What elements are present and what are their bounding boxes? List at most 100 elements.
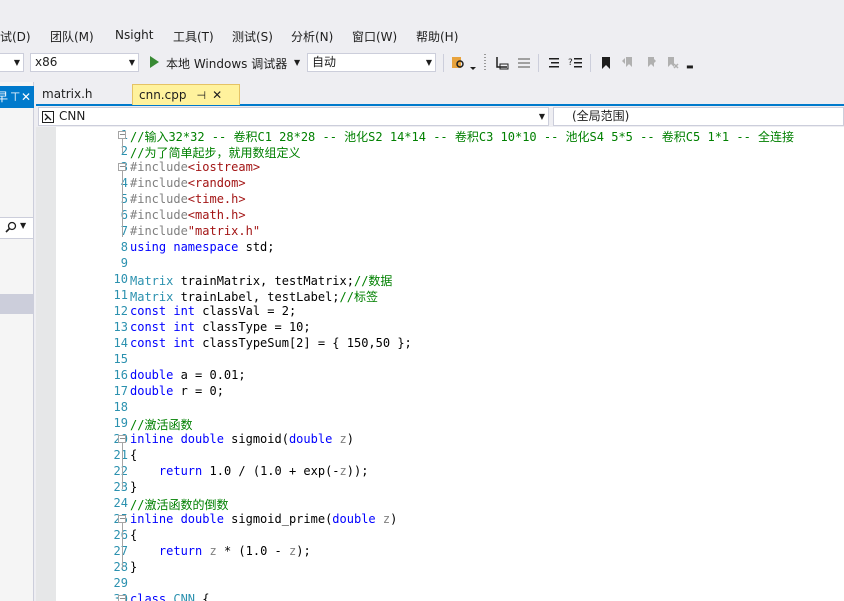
previous-bookmark-icon[interactable] xyxy=(620,55,636,71)
code-token: <time.h> xyxy=(187,192,246,206)
code-line[interactable]: #include<random> xyxy=(130,176,246,190)
code-token: double xyxy=(130,384,174,398)
menu-item-team[interactable]: 团队(M) xyxy=(50,28,94,45)
platform-combo[interactable]: x86 ▼ xyxy=(30,53,139,72)
collapse-toggle-icon[interactable]: − xyxy=(118,435,126,443)
find-in-files-icon[interactable] xyxy=(450,55,466,71)
pin-icon[interactable]: ⊤ xyxy=(10,86,20,108)
navigation-bar: CNN ▼ (全局范围) xyxy=(36,106,844,127)
code-token: z xyxy=(288,544,297,558)
code-token: CNN xyxy=(173,592,196,601)
next-bookmark-icon[interactable] xyxy=(642,55,658,71)
toolbar-grip xyxy=(484,54,486,72)
chevron-down-icon: ▼ xyxy=(425,58,432,67)
code-token: inline double xyxy=(130,512,224,526)
menu-item-test[interactable]: 测试(S) xyxy=(232,28,273,45)
code-line[interactable]: { xyxy=(130,528,137,542)
outline-line xyxy=(122,523,123,569)
pin-icon[interactable]: ⊣ xyxy=(196,86,206,106)
code-line[interactable]: Matrix trainLabel, testLabel;//标签 xyxy=(130,288,378,305)
code-line[interactable]: //激活函数的倒数 xyxy=(130,496,228,513)
scope-combo[interactable]: (全局范围) xyxy=(553,107,844,126)
code-line[interactable]: //输入32*32 -- 卷积C1 28*28 -- 池化S2 14*14 --… xyxy=(130,128,794,145)
tab-cnn-cpp[interactable]: cnn.cpp ⊣ ✕ xyxy=(132,84,240,105)
line-number: 8 xyxy=(120,240,128,254)
code-line[interactable]: } xyxy=(130,480,137,494)
code-token: //数据 xyxy=(353,274,393,288)
step-into-icon[interactable] xyxy=(494,55,510,71)
debug-target-combo[interactable]: 自动 ▼ xyxy=(307,53,436,72)
menu-item-debug[interactable]: 试(D) xyxy=(0,28,31,45)
code-line[interactable]: using namespace std; xyxy=(130,240,275,254)
collapse-toggle-icon[interactable]: − xyxy=(118,595,126,601)
line-number: 11 xyxy=(113,288,128,302)
code-token: <iostream> xyxy=(187,160,261,174)
line-number: 14 xyxy=(113,336,128,350)
clear-bookmarks-icon[interactable] xyxy=(664,55,680,71)
menu-item-tools[interactable]: 工具(T) xyxy=(173,28,214,45)
code-line[interactable]: const int classTypeSum[2] = { 150,50 }; xyxy=(130,336,412,350)
code-token: return xyxy=(158,544,203,558)
line-number: 24 xyxy=(113,496,128,510)
code-line[interactable]: return 1.0 / (1.0 + exp(-z)); xyxy=(130,464,369,478)
code-token: #include xyxy=(130,224,188,238)
code-line[interactable]: inline double sigmoid(double z) xyxy=(130,432,354,446)
solution-explorer-header: 早 ⊤ ✕ xyxy=(0,86,34,108)
toolbar-separator xyxy=(538,54,539,72)
outline-line xyxy=(122,171,123,237)
code-line[interactable]: //为了简单起步，就用数组定义 xyxy=(130,144,300,161)
code-token: #include xyxy=(130,208,188,222)
code-line[interactable]: #include"matrix.h" xyxy=(130,224,260,238)
solution-config-combo[interactable]: ▼ xyxy=(0,53,24,72)
code-editor[interactable]: 1//输入32*32 -- 卷积C1 28*28 -- 池化S2 14*14 -… xyxy=(36,127,844,601)
selected-tree-item[interactable] xyxy=(0,294,33,314)
editor-indicator-margin[interactable] xyxy=(36,127,56,601)
code-line[interactable]: return z * (1.0 - z); xyxy=(130,544,311,558)
menu-item-analyze[interactable]: 分析(N) xyxy=(291,28,333,45)
code-token: //标签 xyxy=(339,290,378,304)
collapse-toggle-icon[interactable]: − xyxy=(118,163,126,171)
code-line[interactable]: #include<math.h> xyxy=(130,208,246,222)
collapse-toggle-icon[interactable]: − xyxy=(118,131,126,139)
step-over-icon[interactable] xyxy=(516,55,532,71)
chevron-down-icon[interactable]: ▼ xyxy=(20,221,26,230)
code-token: return xyxy=(158,464,203,478)
play-icon[interactable] xyxy=(150,56,159,68)
solution-explorer-search[interactable]: ▼ xyxy=(0,217,33,239)
code-line[interactable]: const int classVal = 2; xyxy=(130,304,296,318)
line-number: 10 xyxy=(113,272,128,286)
collapse-toggle-icon[interactable]: − xyxy=(118,515,126,523)
code-line[interactable]: { xyxy=(130,448,137,462)
code-line[interactable]: Matrix trainMatrix, testMatrix;//数据 xyxy=(130,272,392,289)
uncomment-lines-icon[interactable]: ? xyxy=(568,55,584,71)
close-icon[interactable]: ✕ xyxy=(212,85,222,105)
svg-text:?: ? xyxy=(568,58,573,68)
code-token: //激活函数的倒数 xyxy=(130,498,229,512)
tab-label: cnn.cpp xyxy=(139,88,187,102)
chevron-down-icon: ▼ xyxy=(128,58,135,67)
solution-explorer-title: 早 xyxy=(0,90,9,104)
code-line[interactable]: #include<iostream> xyxy=(130,160,260,174)
chevron-down-icon[interactable] xyxy=(468,55,478,71)
code-line[interactable]: class CNN { xyxy=(130,592,210,601)
comment-lines-icon[interactable] xyxy=(546,55,562,71)
chevron-down-icon[interactable]: ▼ xyxy=(294,58,300,67)
run-debugger-button[interactable]: 本地 Windows 调试器 xyxy=(166,55,287,72)
bookmark-icon[interactable] xyxy=(598,55,614,71)
code-line[interactable]: const int classType = 10; xyxy=(130,320,311,334)
tab-matrix-h[interactable]: matrix.h xyxy=(36,84,99,104)
project-combo[interactable]: CNN ▼ xyxy=(38,107,549,126)
close-icon[interactable]: ✕ xyxy=(21,86,31,108)
code-line[interactable]: inline double sigmoid_prime(double z) xyxy=(130,512,397,526)
code-line[interactable]: double a = 0.01; xyxy=(130,368,246,382)
menu-item-nsight[interactable]: Nsight xyxy=(115,28,154,42)
toolbar-separator xyxy=(590,54,591,72)
code-line[interactable]: //激活函数 xyxy=(130,416,192,433)
code-line[interactable]: double r = 0; xyxy=(130,384,224,398)
menu-item-help[interactable]: 帮助(H) xyxy=(416,28,458,45)
tab-label: matrix.h xyxy=(42,87,93,101)
code-line[interactable]: #include<time.h> xyxy=(130,192,246,206)
toolbar-overflow-icon[interactable]: ▬ xyxy=(686,62,694,71)
menu-item-window[interactable]: 窗口(W) xyxy=(352,28,397,45)
code-line[interactable]: } xyxy=(130,560,137,574)
